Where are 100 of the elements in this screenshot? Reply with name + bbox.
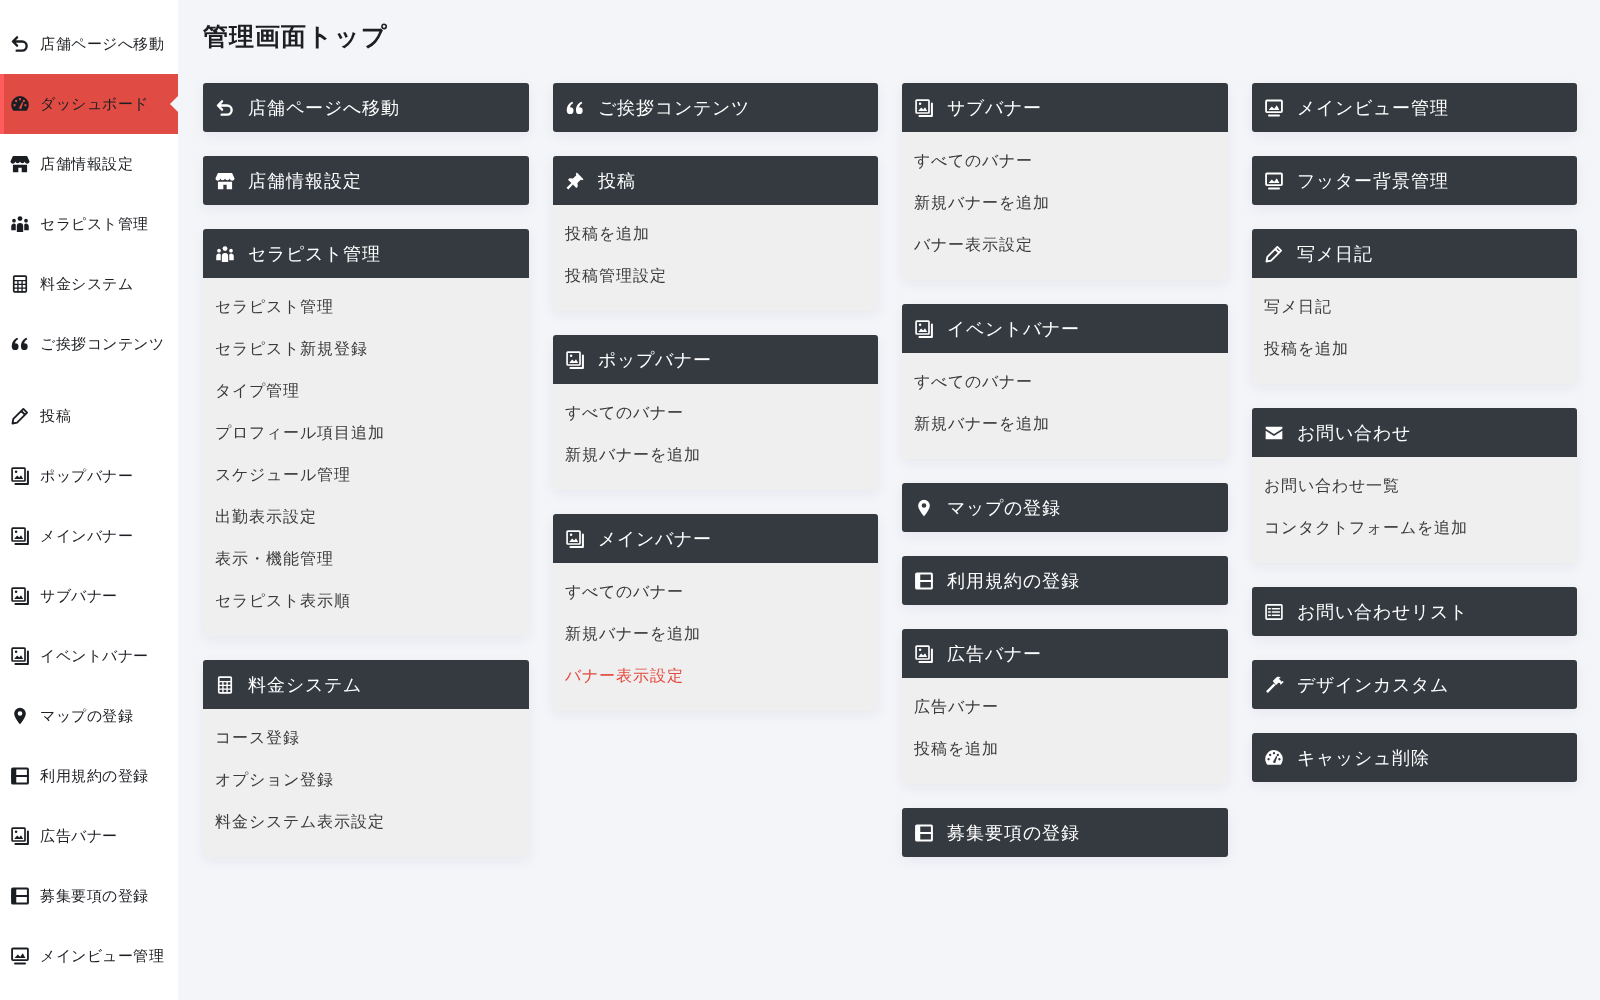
sidebar-item[interactable]: 店舗情報設定 bbox=[0, 134, 178, 194]
card-header-link[interactable]: お問い合わせ bbox=[1251, 408, 1577, 457]
menu-link[interactable]: 投稿を追加 bbox=[914, 737, 999, 761]
layout-icon bbox=[10, 886, 30, 906]
card-header-link[interactable]: 店舗ページへ移動 bbox=[203, 83, 529, 132]
calculator-icon bbox=[215, 674, 235, 695]
menu-link[interactable]: 出勤表示設定 bbox=[215, 505, 317, 529]
pencil-icon bbox=[1263, 243, 1284, 264]
menu-link[interactable]: お問い合わせ一覧 bbox=[1263, 474, 1400, 498]
thumbtack-icon bbox=[564, 170, 585, 191]
gauge-icon bbox=[10, 94, 30, 114]
card-header-link[interactable]: ご挨拶コンテンツ bbox=[552, 83, 878, 132]
menu-link[interactable]: すべてのバナー bbox=[564, 580, 684, 604]
card-header-link[interactable]: フッター背景管理 bbox=[1251, 156, 1577, 205]
menu-link[interactable]: スケジュール管理 bbox=[215, 463, 351, 487]
card-header-link[interactable]: 広告バナー bbox=[902, 629, 1228, 678]
card-header-link[interactable]: デザインカスタム bbox=[1251, 660, 1577, 709]
monitor-icon bbox=[1263, 170, 1284, 191]
undo-arrow-icon bbox=[10, 34, 30, 54]
menu-link[interactable]: 新規バナーを追加 bbox=[564, 622, 701, 646]
card-header-link[interactable]: イベントバナー bbox=[902, 304, 1228, 353]
images-icon bbox=[10, 586, 30, 606]
card-header-link[interactable]: 店舗情報設定 bbox=[203, 156, 529, 205]
store-icon bbox=[10, 154, 30, 174]
monitor-icon bbox=[10, 946, 30, 966]
layout-icon bbox=[10, 766, 30, 786]
calculator-icon bbox=[10, 274, 30, 294]
monitor-icon bbox=[1263, 97, 1284, 118]
sidebar-item[interactable]: サブバナー bbox=[0, 566, 178, 626]
card-header-link[interactable]: 利用規約の登録 bbox=[902, 556, 1228, 605]
menu-link[interactable]: プロフィール項目追加 bbox=[215, 421, 385, 445]
undo-arrow-icon bbox=[215, 97, 235, 118]
layout-icon bbox=[914, 570, 934, 591]
gauge-icon bbox=[1263, 747, 1284, 768]
menu-link[interactable]: 投稿を追加 bbox=[564, 222, 650, 246]
menu-link[interactable]: すべてのバナー bbox=[914, 370, 1033, 394]
images-icon bbox=[10, 826, 30, 846]
card-header-link[interactable]: サブバナー bbox=[902, 83, 1228, 132]
users-icon bbox=[10, 214, 30, 234]
card-header-link[interactable]: 写メ日記 bbox=[1251, 229, 1577, 278]
menu-link[interactable]: コース登録 bbox=[215, 726, 300, 750]
menu-link[interactable]: 広告バナー bbox=[914, 695, 999, 719]
menu-link[interactable]: セラピスト新規登録 bbox=[215, 337, 368, 361]
menu-link[interactable]: 新規バナーを追加 bbox=[914, 191, 1050, 215]
images-icon bbox=[564, 528, 585, 549]
users-icon bbox=[215, 243, 235, 264]
sidebar-item[interactable]: ポップバナー bbox=[0, 446, 178, 506]
card-header-link[interactable]: 投稿 bbox=[552, 156, 878, 205]
sidebar-item[interactable]: メインバナー bbox=[0, 506, 178, 566]
menu-link[interactable]: すべてのバナー bbox=[914, 149, 1033, 173]
page-title: 管理画面トップ bbox=[203, 21, 388, 53]
caret-icon bbox=[170, 96, 178, 112]
menu-link[interactable]: セラピスト管理 bbox=[215, 295, 334, 319]
sidebar-item[interactable]: 広告バナー bbox=[0, 806, 178, 866]
sidebar-item[interactable]: 利用規約の登録 bbox=[0, 746, 178, 806]
card-header-link[interactable]: ポップバナー bbox=[552, 335, 878, 384]
layout-icon bbox=[914, 822, 934, 843]
sidebar-item[interactable]: ダッシュボード bbox=[0, 74, 178, 134]
menu-link[interactable]: 表示・機能管理 bbox=[215, 547, 334, 571]
menu-link[interactable]: バナー表示設定 bbox=[914, 233, 1033, 257]
menu-link[interactable]: 写メ日記 bbox=[1263, 295, 1332, 319]
card-header-link[interactable]: メインビュー管理 bbox=[1251, 83, 1577, 132]
sidebar-item[interactable]: イベントバナー bbox=[0, 626, 178, 686]
images-icon bbox=[10, 646, 30, 666]
images-icon bbox=[10, 526, 30, 546]
card-header-link[interactable]: 料金システム bbox=[203, 660, 529, 709]
card-header-link[interactable]: メインバナー bbox=[552, 514, 878, 563]
menu-link[interactable]: セラピスト表示順 bbox=[215, 589, 351, 613]
images-icon bbox=[914, 643, 934, 664]
sidebar-item[interactable]: セラピスト管理 bbox=[0, 194, 178, 254]
card-header-link[interactable]: お問い合わせリスト bbox=[1251, 587, 1577, 636]
menu-link[interactable]: バナー表示設定 bbox=[564, 664, 684, 688]
sidebar-item[interactable]: メインビュー管理 bbox=[0, 926, 178, 986]
menu-link[interactable]: 新規バナーを追加 bbox=[914, 412, 1050, 436]
menu-link[interactable]: オプション登録 bbox=[215, 768, 334, 792]
sidebar-item[interactable]: マップの登録 bbox=[0, 686, 178, 746]
sidebar-item[interactable]: 募集要項の登録 bbox=[0, 866, 178, 926]
images-icon bbox=[914, 318, 934, 339]
hammer-icon bbox=[1263, 674, 1284, 695]
list-icon bbox=[1263, 601, 1284, 622]
images-icon bbox=[10, 466, 30, 486]
menu-link[interactable]: タイプ管理 bbox=[215, 379, 300, 403]
menu-link[interactable]: コンタクトフォームを追加 bbox=[1263, 516, 1468, 540]
store-icon bbox=[215, 170, 235, 191]
menu-link[interactable]: 新規バナーを追加 bbox=[564, 443, 701, 467]
menu-link[interactable]: 投稿管理設定 bbox=[564, 264, 667, 288]
card-header-link[interactable]: 募集要項の登録 bbox=[902, 808, 1228, 857]
sidebar-item[interactable]: ご挨拶コンテンツ bbox=[0, 314, 178, 374]
menu-link[interactable]: 投稿を追加 bbox=[1263, 337, 1349, 361]
card-header-link[interactable]: セラピスト管理 bbox=[203, 229, 529, 278]
pencil-icon bbox=[10, 406, 30, 426]
menu-link[interactable]: すべてのバナー bbox=[564, 401, 684, 425]
images-icon bbox=[564, 349, 585, 370]
sidebar-item[interactable]: 投稿 bbox=[0, 386, 178, 446]
card-header-link[interactable]: キャッシュ削除 bbox=[1251, 733, 1577, 782]
sidebar-item[interactable]: 料金システム bbox=[0, 254, 178, 314]
sidebar-item[interactable]: 店舗ページへ移動 bbox=[0, 14, 178, 74]
menu-link[interactable]: 料金システム表示設定 bbox=[215, 810, 385, 834]
card-header-link[interactable]: マップの登録 bbox=[902, 483, 1228, 532]
images-icon bbox=[914, 97, 934, 118]
